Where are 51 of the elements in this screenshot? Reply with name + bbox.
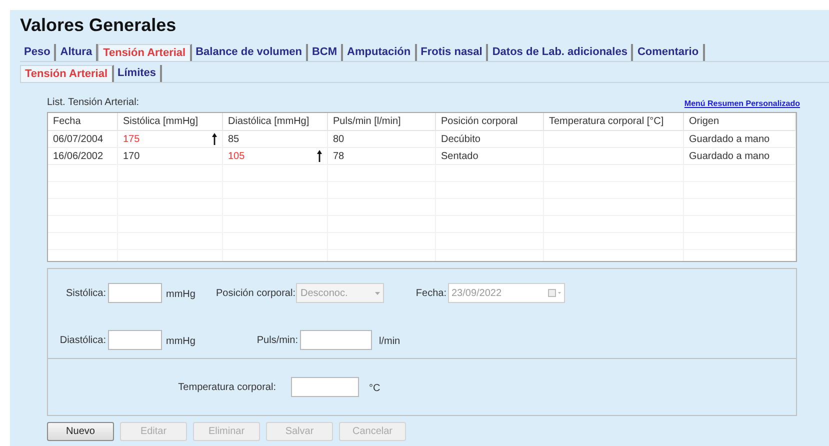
calendar-icon [548, 289, 562, 297]
unit-label: °C [369, 383, 380, 394]
tab[interactable]: Comentario [633, 44, 705, 61]
tab[interactable]: Peso [20, 44, 56, 61]
tab[interactable]: Tensión Arterial [20, 65, 114, 82]
table-cell-text: Sentado [441, 150, 478, 164]
column-header: Origen [684, 113, 796, 130]
field-label: Puls/min: [256, 334, 298, 348]
table-cell-text: 175 [123, 132, 140, 146]
field-label: Temperatura corporal: [178, 380, 276, 394]
tab[interactable]: Tensión Arterial [98, 44, 192, 61]
field-label: Fecha: [416, 286, 446, 300]
page-title: Valores Generales [20, 14, 178, 37]
table-cell-text: 78 [333, 150, 344, 164]
up-arrow-icon [212, 133, 217, 145]
temperature-field[interactable] [291, 377, 359, 397]
tab[interactable]: Límites [114, 65, 162, 82]
summary-link[interactable]: Menú Resumen Personalizado [684, 98, 800, 110]
tab[interactable]: BCM [308, 44, 344, 61]
column-header: Diastólica [mmHg] [223, 113, 328, 130]
table-cell-text: Guardado a mano [689, 132, 770, 146]
table-cell-text: Guardado a mano [689, 150, 770, 164]
table-cell-text: 105 [228, 150, 245, 164]
unit-label: mmHg [166, 289, 196, 300]
systolic-field[interactable] [108, 283, 162, 303]
unit-label: mmHg [166, 336, 196, 347]
unit-label: l/min [379, 336, 400, 347]
list-label: List. Tensión Arterial: [47, 96, 140, 110]
field-label: Diastólica: [60, 334, 106, 348]
table-cell-text: 85 [228, 132, 240, 146]
column-header: Temperatura corporal [°C] [544, 113, 684, 130]
action-button[interactable]: Nuevo [47, 422, 114, 441]
caret-icon [375, 292, 380, 294]
pulse-field[interactable] [300, 330, 372, 350]
diastolic-field[interactable] [108, 330, 162, 350]
up-arrow-icon [317, 150, 322, 162]
table-cell-text: 80 [333, 132, 344, 146]
field-label: Sistólica: [66, 286, 106, 300]
table-cell-text: 170 [123, 150, 140, 164]
tab[interactable]: Frotis nasal [416, 44, 488, 61]
column-header: Posición corporal [436, 113, 544, 130]
table-cell-text: 06/07/2004 [53, 132, 104, 146]
field-label: Posición corporal: [216, 286, 296, 300]
table-cell-text: Decúbito [441, 132, 480, 146]
column-header: Puls/min [l/min] [328, 113, 436, 130]
tab[interactable]: Datos de Lab. adicionales [488, 44, 634, 61]
table-cell-text: 16/06/2002 [53, 150, 104, 164]
column-header: Sistólica [mmHg] [118, 113, 223, 130]
tab[interactable]: Amputación [343, 44, 417, 61]
column-header: Fecha [48, 113, 118, 130]
tab[interactable]: Balance de volumen [192, 44, 308, 61]
